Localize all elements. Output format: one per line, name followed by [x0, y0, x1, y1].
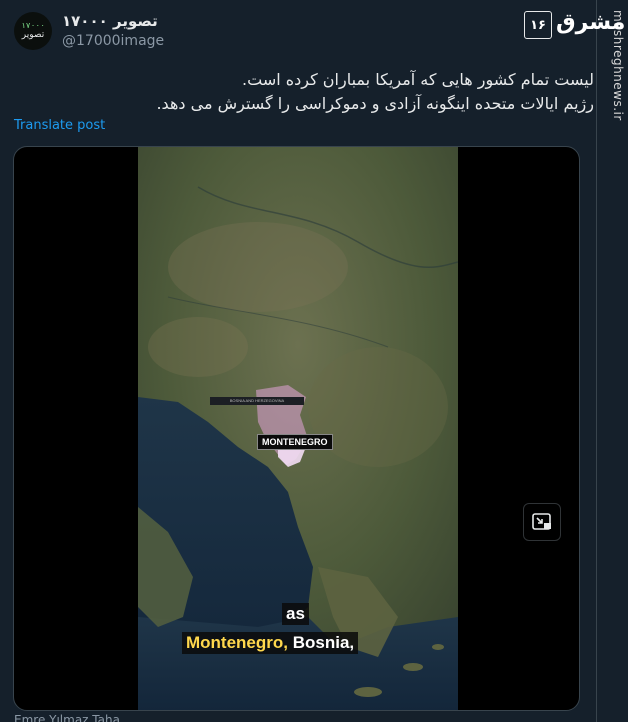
- caption-rest: Bosnia,: [288, 633, 355, 652]
- avatar[interactable]: ۱۷۰۰۰ تصویر: [14, 12, 52, 50]
- watermark-logo-icon: ۱۶: [524, 11, 552, 39]
- translate-post-link[interactable]: Translate post: [14, 118, 105, 133]
- author-display-name[interactable]: تصویر ۱۷۰۰۰: [62, 12, 158, 30]
- avatar-top-text: ۱۷۰۰۰: [20, 21, 46, 30]
- tweet-text-line-1: لیست تمام کشور هایی که آمریکا بمباران کر…: [242, 70, 594, 89]
- caption-line-2: Montenegro, Bosnia,: [182, 632, 359, 654]
- video-player[interactable]: BOSNIA AND HERZEGOVINA MONTENEGRO as Mon…: [138, 147, 458, 710]
- watermark-strip: mashreghnews.ir: [596, 0, 628, 722]
- author-handle[interactable]: @17000image: [62, 33, 164, 49]
- caption-line-1: as: [282, 603, 309, 625]
- caption-highlight: Montenegro,: [186, 633, 288, 652]
- tweet-text-line-2: رژیم ایالات متحده اینگونه آزادی و دموکرا…: [156, 94, 594, 113]
- media-card[interactable]: BOSNIA AND HERZEGOVINA MONTENEGRO as Mon…: [13, 146, 580, 711]
- satellite-map-image: [138, 147, 458, 710]
- watermark-logo-text: مشرق: [556, 10, 626, 35]
- tweet-text: لیست تمام کشور هایی که آمریکا بمباران کر…: [74, 68, 594, 116]
- tweet-page: mashreghnews.ir ۱۶ مشرق ۱۷۰۰۰ تصویر تصوی…: [0, 0, 628, 722]
- picture-in-picture-button[interactable]: [523, 503, 561, 541]
- avatar-bottom-text: تصویر: [21, 30, 45, 40]
- map-small-tag: BOSNIA AND HERZEGOVINA: [210, 397, 304, 405]
- picture-in-picture-icon: [532, 513, 551, 530]
- next-post-peek: Emre Yılmaz Taha: [14, 713, 120, 722]
- map-country-label: MONTENEGRO: [257, 434, 333, 450]
